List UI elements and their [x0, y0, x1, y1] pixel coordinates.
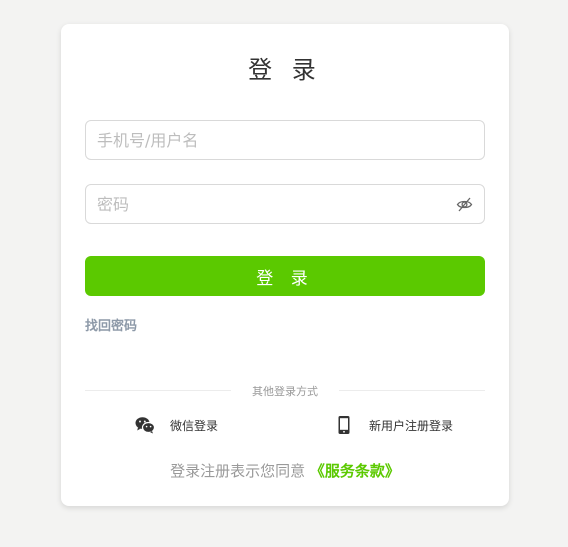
wechat-login-button[interactable]: 微信登录: [134, 414, 218, 436]
agreement-prefix: 登录注册表示您同意: [170, 462, 306, 480]
terms-of-service-link[interactable]: 《服务条款》: [310, 462, 400, 480]
password-input[interactable]: [86, 185, 437, 223]
register-login-button[interactable]: 新用户注册登录: [333, 414, 453, 436]
eye-off-icon[interactable]: [456, 196, 473, 213]
password-field-wrapper: [85, 184, 485, 224]
agreement-text: 登录注册表示您同意 《服务条款》: [61, 460, 509, 481]
register-login-label: 新用户注册登录: [369, 418, 454, 433]
login-card: 登 录 登 录 找回密码 其他登录方式: [61, 24, 509, 506]
divider-line-left: [85, 390, 231, 391]
divider-line-right: [339, 390, 485, 391]
mobile-phone-icon: [333, 414, 355, 436]
wechat-login-label: 微信登录: [170, 418, 219, 433]
phone-username-field-wrapper: [85, 120, 485, 160]
wechat-icon: [134, 414, 156, 436]
login-button[interactable]: 登 录: [85, 256, 485, 296]
page-title: 登 录: [248, 56, 322, 84]
forgot-password-link[interactable]: 找回密码: [85, 315, 137, 334]
phone-username-input[interactable]: [86, 121, 437, 159]
other-login-methods-label: 其他登录方式: [252, 385, 318, 398]
